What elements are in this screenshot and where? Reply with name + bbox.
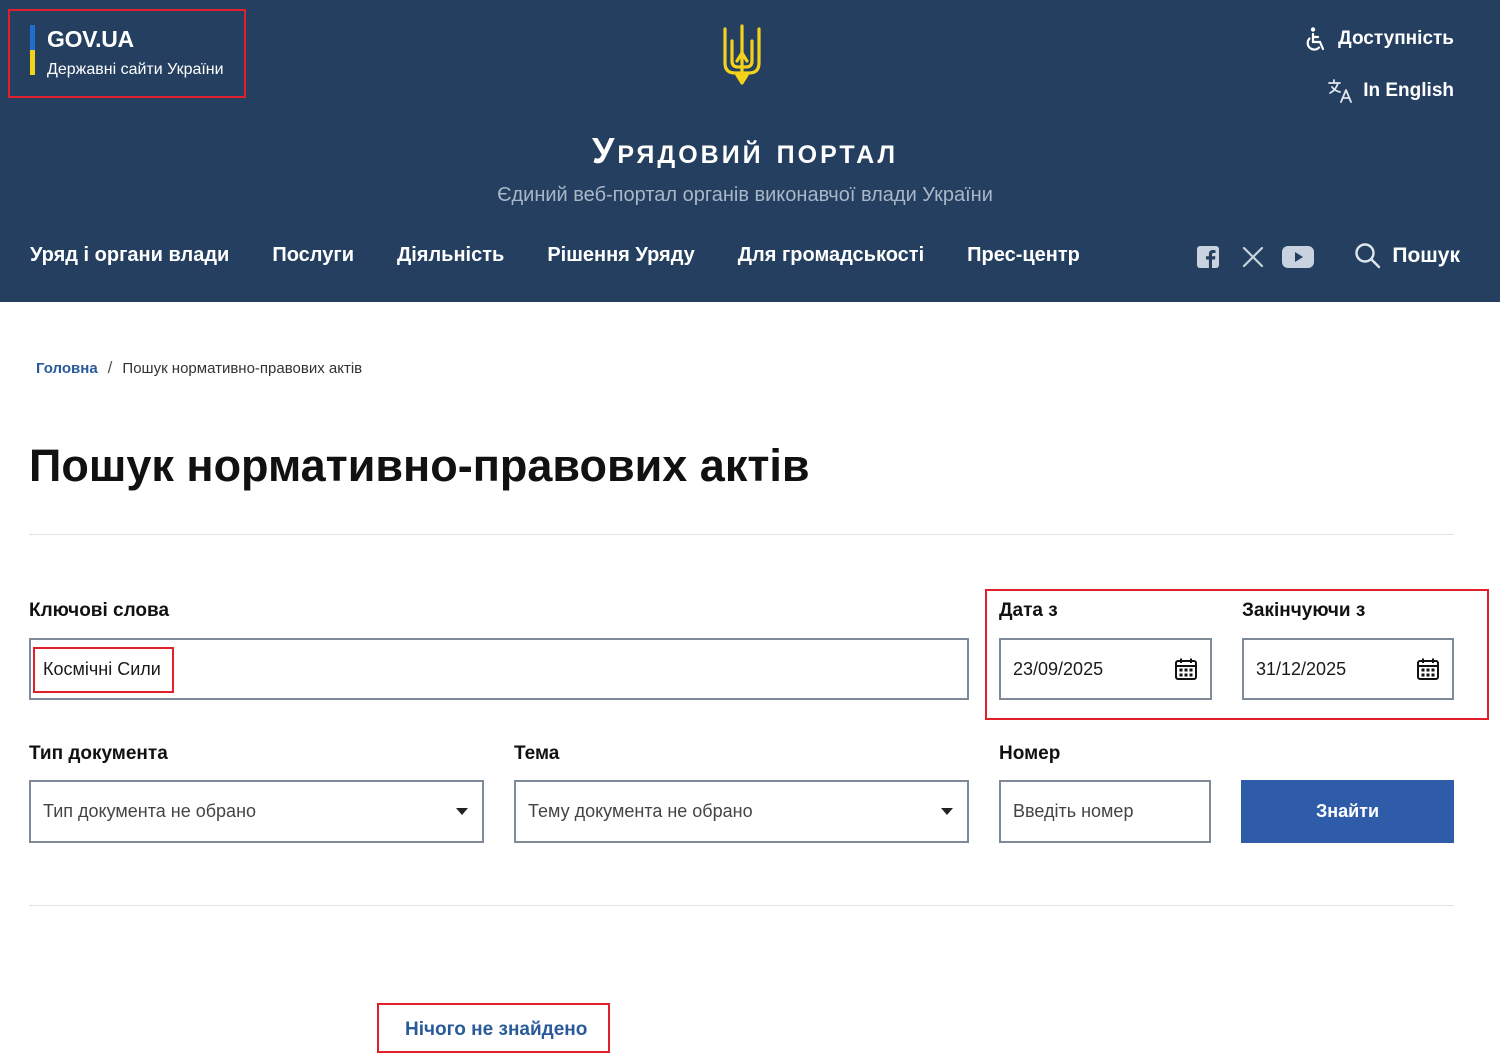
keywords-label: Ключові слова <box>29 600 170 621</box>
search-label: Пошук <box>1392 244 1460 267</box>
nav-item-press[interactable]: Прес-центр <box>967 244 1080 267</box>
breadcrumb-current: Пошук нормативно-правових актів <box>122 359 363 377</box>
number-label: Номер <box>999 743 1061 764</box>
nav-item-activity[interactable]: Діяльність <box>397 244 504 267</box>
accessibility-label: Доступність <box>1338 28 1454 49</box>
calendar-icon[interactable] <box>1174 657 1198 681</box>
language-switch[interactable]: In English <box>1327 78 1454 104</box>
header-search[interactable]: Пошук <box>1354 242 1460 270</box>
divider-top <box>29 534 1454 535</box>
trident-icon[interactable] <box>721 23 763 87</box>
date-from-label: Дата з <box>999 600 1058 621</box>
topic-label: Тема <box>514 743 560 764</box>
doc-type-select[interactable]: Тип документа не обрано <box>29 780 484 843</box>
nav-item-government[interactable]: Уряд і органи влади <box>30 244 229 267</box>
date-to-value: 31/12/2025 <box>1256 658 1347 679</box>
portal-title: Урядовий портал <box>591 130 899 171</box>
nav-item-decisions[interactable]: Рішення Уряду <box>547 244 694 267</box>
breadcrumb: Головна / Пошук нормативно-правових акті… <box>36 358 362 378</box>
chevron-down-icon <box>941 808 953 815</box>
youtube-icon[interactable] <box>1282 246 1314 268</box>
date-to-input[interactable]: 31/12/2025 <box>1242 638 1454 700</box>
topic-select[interactable]: Тему документа не обрано <box>514 780 969 843</box>
portal-subtitle: Єдиний веб-портал органів виконавчої вла… <box>497 184 993 206</box>
page-title: Пошук нормативно-правових актів <box>29 440 810 491</box>
chevron-down-icon <box>456 808 468 815</box>
govua-title: GOV.UA <box>47 26 134 52</box>
number-input[interactable]: Введіть номер <box>999 780 1211 843</box>
site-header: GOV.UA Державні сайти України Доступніст… <box>0 0 1500 302</box>
date-from-value: 23/09/2025 <box>1013 658 1104 679</box>
date-from-input[interactable]: 23/09/2025 <box>999 638 1212 700</box>
ukraine-flag-bar <box>30 25 35 75</box>
date-to-label: Закінчуючи з <box>1242 600 1366 621</box>
language-label: In English <box>1363 80 1454 101</box>
govua-subtitle: Державні сайти України <box>47 61 224 78</box>
number-placeholder: Введіть номер <box>1013 801 1134 821</box>
accessibility-link[interactable]: Доступність <box>1304 26 1454 52</box>
breadcrumb-separator: / <box>107 358 113 377</box>
breadcrumb-home[interactable]: Головна <box>36 360 98 377</box>
find-button[interactable]: Знайти <box>1241 780 1454 843</box>
main-nav: Уряд і органи влади Послуги Діяльність Р… <box>30 244 1123 267</box>
nav-item-public[interactable]: Для громадськості <box>738 244 924 267</box>
keywords-value: Космічні Сили <box>43 658 161 679</box>
facebook-icon[interactable] <box>1197 246 1219 268</box>
topic-value: Тему документа не обрано <box>528 801 753 821</box>
divider-bottom <box>29 905 1454 906</box>
nav-item-services[interactable]: Послуги <box>272 244 354 267</box>
doc-type-label: Тип документа <box>29 743 168 764</box>
keywords-input[interactable]: Космічні Сили <box>29 638 969 700</box>
no-results-message: Нічого не знайдено <box>405 1019 588 1040</box>
translate-icon <box>1328 79 1353 103</box>
govua-link[interactable]: GOV.UA Державні сайти України <box>8 9 246 98</box>
x-icon[interactable] <box>1242 246 1264 268</box>
doc-type-value: Тип документа не обрано <box>43 801 257 821</box>
calendar-icon[interactable] <box>1416 657 1440 681</box>
accessibility-icon <box>1306 27 1325 51</box>
search-icon <box>1355 243 1381 269</box>
